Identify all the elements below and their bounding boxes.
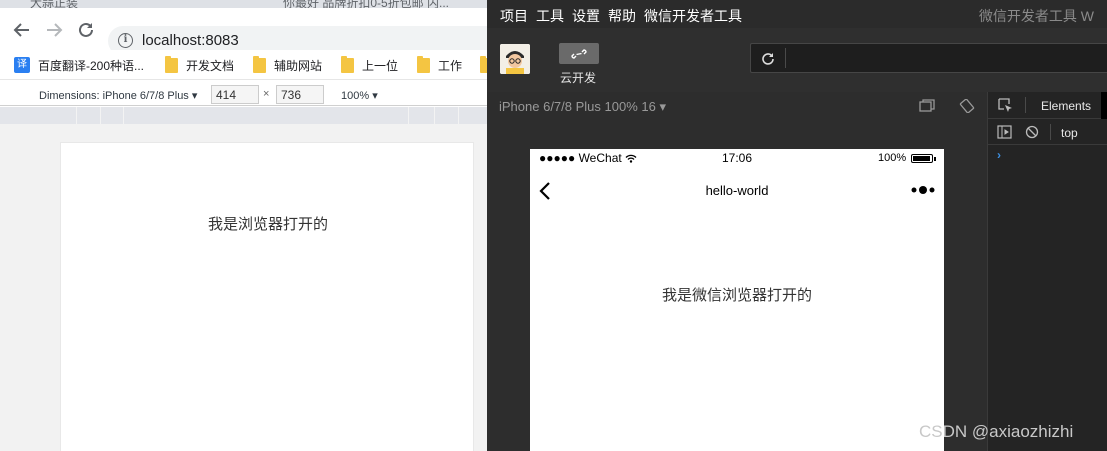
- bookmark-previous[interactable]: 上一位: [341, 55, 399, 74]
- bookmarks-bar: 译 百度翻译-200种语... 开发文档 辅助网站 上一位 工作: [0, 50, 487, 80]
- tab-strip: 大蒜正装 你最好 品牌折扣0-5折包邮 内...: [0, 0, 487, 10]
- tool-bar: 云开发: [487, 28, 1107, 92]
- media-query-ruler[interactable]: [0, 107, 487, 124]
- context-select[interactable]: top: [1061, 126, 1078, 140]
- browser-toolbar: i localhost:8083: [0, 8, 487, 56]
- inspect-icon[interactable]: [998, 98, 1013, 113]
- chrome-browser-window: 大蒜正装 你最好 品牌折扣0-5折包邮 内... i localhost:808…: [0, 0, 487, 451]
- bookmark-work[interactable]: 工作: [417, 55, 463, 74]
- page-text: 我是浏览器打开的: [207, 216, 328, 233]
- clear-icon[interactable]: [1025, 125, 1039, 139]
- times-sign: ×: [263, 88, 270, 100]
- window-icon[interactable]: [919, 99, 935, 113]
- bookmark-label: 上一位: [362, 58, 399, 73]
- menu-project[interactable]: 项目: [500, 6, 528, 26]
- phone-simulator: ●●●●● WeChat 17:06 100% hello-world 我是微信…: [530, 149, 944, 451]
- page-path-bar[interactable]: [750, 43, 1107, 73]
- more-icon[interactable]: [910, 183, 936, 197]
- back-arrow-icon[interactable]: [12, 20, 32, 40]
- nav-title: hello-world: [705, 183, 769, 198]
- bookmark-label: 百度翻译-200种语...: [38, 58, 145, 73]
- bookmark-label: 辅助网站: [274, 58, 323, 73]
- battery-percent: 100%: [878, 152, 907, 164]
- bookmark-label: 开发文档: [186, 58, 235, 73]
- menu-tools[interactable]: 工具: [536, 6, 564, 26]
- emulated-page: 我是浏览器打开的: [60, 142, 474, 451]
- tab-elements[interactable]: Elements: [1041, 99, 1091, 113]
- bookmark-overflow[interactable]: [480, 55, 487, 74]
- cloud-dev-button[interactable]: [559, 43, 599, 64]
- bookmark-label: 工作: [438, 58, 463, 73]
- app-title: 微信开发者工具 W: [978, 8, 1094, 24]
- menu-wechat-devtools[interactable]: 微信开发者工具: [644, 6, 742, 26]
- refresh-icon: [762, 53, 774, 65]
- bookmark-dev-docs[interactable]: 开发文档: [165, 55, 235, 74]
- debugger-panel: Elements top ›: [987, 92, 1107, 451]
- bookmark-baidu-translate[interactable]: 译 百度翻译-200种语...: [14, 56, 144, 74]
- dimensions-select[interactable]: Dimensions: iPhone 6/7/8 Plus ▾: [39, 89, 197, 102]
- folder-icon: [417, 55, 430, 73]
- folder-icon: [341, 55, 354, 73]
- console-toolbar: top: [988, 120, 1107, 145]
- rotate-icon[interactable]: [959, 99, 975, 113]
- avatar[interactable]: [500, 44, 530, 74]
- menu-help[interactable]: 帮助: [608, 6, 636, 26]
- folder-icon: [253, 55, 266, 73]
- height-input[interactable]: 736: [276, 85, 324, 104]
- reload-icon[interactable]: [76, 20, 96, 40]
- battery-icon: [911, 154, 936, 163]
- cloud-dev-label[interactable]: 云开发: [560, 69, 596, 86]
- width-input[interactable]: 414: [211, 85, 259, 104]
- sidebar-toggle-icon[interactable]: [997, 125, 1012, 139]
- folder-icon: [480, 55, 487, 73]
- phone-nav-bar: hello-world: [530, 169, 944, 213]
- bookmark-helper-sites[interactable]: 辅助网站: [253, 55, 323, 74]
- watermark: CSDN @axiaozhizhi: [919, 422, 1074, 441]
- translate-icon: 译: [14, 57, 30, 73]
- menu-bar: 项目 工具 设置 帮助 微信开发者工具 微信开发者工具 W: [487, 0, 1107, 28]
- forward-arrow-icon[interactable]: [44, 20, 64, 40]
- device-select[interactable]: iPhone 6/7/8 Plus 100% 16 ▾: [499, 99, 666, 115]
- page-text: 我是微信浏览器打开的: [661, 287, 812, 304]
- url-text[interactable]: localhost:8083: [142, 32, 239, 49]
- menu-settings[interactable]: 设置: [572, 6, 600, 26]
- console-prompt[interactable]: ›: [997, 148, 1001, 162]
- device-toolbar: Dimensions: iPhone 6/7/8 Plus ▾ 414 × 73…: [0, 84, 487, 106]
- info-icon[interactable]: i: [118, 33, 133, 48]
- folder-icon: [165, 55, 178, 73]
- zoom-select[interactable]: 100% ▾: [341, 89, 378, 102]
- link-icon: [571, 48, 587, 59]
- simulator-bar: iPhone 6/7/8 Plus 100% 16 ▾: [487, 92, 987, 120]
- debugger-tabs: Elements: [988, 92, 1107, 119]
- phone-status-bar: ●●●●● WeChat 17:06 100%: [530, 149, 944, 169]
